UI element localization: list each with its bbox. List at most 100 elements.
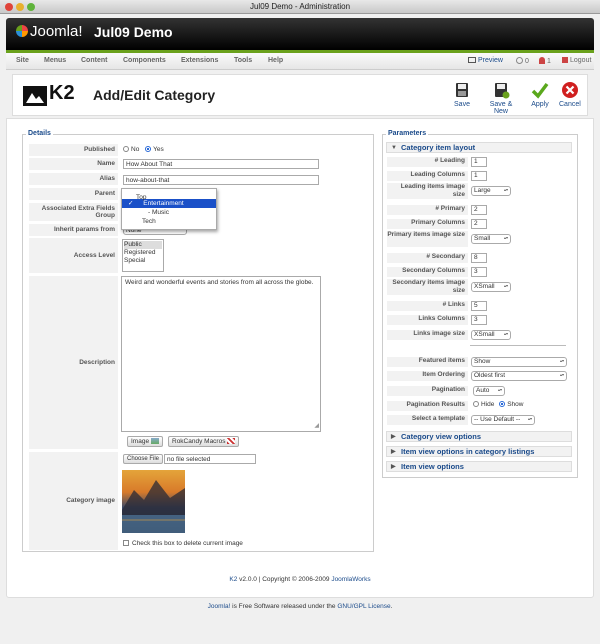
copyright-text: v2.0.0 | Copyright © 2006-2009 <box>237 576 332 583</box>
pagination-results-label: Pagination Results <box>387 401 468 411</box>
pagination-select[interactable]: Auto <box>473 386 505 396</box>
cancel-button[interactable]: Cancel <box>559 81 581 108</box>
apply-button[interactable]: Apply <box>531 81 549 108</box>
published-yes-label: Yes <box>153 146 164 153</box>
gpl-license-link[interactable]: GNU/GPL License <box>337 603 390 610</box>
param-select[interactable]: XSmall <box>471 282 511 292</box>
category-image-thumbnail <box>122 470 185 533</box>
param-input[interactable]: 3 <box>471 315 487 325</box>
item-ordering-select[interactable]: Oldest first <box>471 371 567 381</box>
save-label: Save <box>454 101 470 108</box>
param-select[interactable]: XSmall <box>471 330 511 340</box>
details-legend: Details <box>26 130 53 137</box>
resize-handle-icon[interactable]: ◢ <box>314 422 319 430</box>
name-input[interactable]: How About That <box>123 159 319 169</box>
parent-option-top[interactable]: Top <box>122 189 216 201</box>
license-end: . <box>390 603 393 610</box>
inherit-label: Inherit params from <box>29 224 118 236</box>
user-icon <box>539 57 545 64</box>
param-input[interactable]: 5 <box>471 301 487 311</box>
category-item-layout-title: Category item layout <box>401 143 476 152</box>
logout-label: Logout <box>570 57 592 64</box>
admin-header: Joomla! Jul09 Demo <box>6 18 594 50</box>
param-input[interactable]: 8 <box>471 253 487 263</box>
joomla-link[interactable]: Joomla! <box>208 603 231 610</box>
param-label: # Links <box>387 301 468 311</box>
published-yes-radio[interactable] <box>145 146 152 153</box>
rokcandy-macros-button[interactable]: RokCandy Macros <box>168 436 240 447</box>
description-textarea[interactable]: Weird and wonderful events and stories f… <box>121 276 321 432</box>
param-input[interactable]: 3 <box>471 267 487 277</box>
menu-help[interactable]: Help <box>268 57 283 64</box>
param-input[interactable]: 2 <box>471 205 487 215</box>
published-no-radio[interactable] <box>123 146 129 153</box>
featured-items-label: Featured items <box>387 357 468 367</box>
logout-link[interactable]: Logout <box>562 57 591 64</box>
pagination-show-radio[interactable] <box>499 401 506 408</box>
joomlaworks-link[interactable]: JoomlaWorks <box>331 576 370 583</box>
featured-items-select[interactable]: Show <box>471 357 567 367</box>
macros-icon <box>227 438 236 444</box>
param-select[interactable]: Small <box>471 234 511 244</box>
pagination-hide-label: Hide <box>481 401 495 408</box>
save-new-button[interactable]: Save & New <box>483 81 519 115</box>
k2-logo: K2 <box>23 82 83 108</box>
image-button-label: Image <box>131 438 150 445</box>
joomla-logo: Joomla! <box>16 23 83 40</box>
parameters-legend: Parameters <box>386 130 429 137</box>
alias-label: Alias <box>29 173 118 185</box>
param-label: # Secondary <box>387 253 468 263</box>
menu-extensions[interactable]: Extensions <box>181 57 218 64</box>
delete-image-checkbox[interactable] <box>123 540 129 546</box>
messages-count[interactable]: 0 <box>516 57 529 65</box>
cancel-label: Cancel <box>559 101 581 108</box>
published-radios: No Yes <box>123 146 164 153</box>
item-view-options-panel[interactable]: ▶ Item view options <box>386 461 572 472</box>
menu-tools[interactable]: Tools <box>234 57 252 64</box>
param-input[interactable]: 2 <box>471 219 487 229</box>
parent-option-entertainment[interactable]: ✓ Entertainment <box>122 199 216 208</box>
access-level-list[interactable]: Public Registered Special <box>122 239 164 272</box>
access-option-special[interactable]: Special <box>124 257 162 265</box>
save-button[interactable]: Save <box>453 81 471 108</box>
pagination-hide-radio[interactable] <box>473 401 479 408</box>
param-select[interactable]: Large <box>471 186 511 196</box>
parent-dropdown[interactable]: Top ✓ Entertainment - Music Tech <box>121 188 217 230</box>
category-view-options-panel[interactable]: ▶ Category view options <box>386 431 572 442</box>
access-option-registered[interactable]: Registered <box>124 249 162 257</box>
item-view-options-listings-panel[interactable]: ▶ Item view options in category listings <box>386 446 572 457</box>
save-new-label: Save & New <box>489 101 513 115</box>
preview-link[interactable]: Preview <box>468 57 503 64</box>
menu-components[interactable]: Components <box>123 57 166 64</box>
parent-option-tech[interactable]: Tech <box>122 217 216 226</box>
param-label: Links Columns <box>387 315 468 325</box>
category-item-layout-panel[interactable]: ▼ Category item layout <box>386 142 572 153</box>
param-label: Leading items image size <box>387 183 468 199</box>
pagination-label: Pagination <box>387 386 468 396</box>
alias-input[interactable]: how-about-that <box>123 175 319 185</box>
minimize-window-icon[interactable] <box>16 3 24 11</box>
image-button[interactable]: Image <box>127 436 163 447</box>
param-input[interactable]: 1 <box>471 171 487 181</box>
zoom-window-icon[interactable] <box>27 3 35 11</box>
menu-menus[interactable]: Menus <box>44 57 66 64</box>
parent-option-entertainment-label: Entertainment <box>143 200 184 207</box>
category-view-options-title: Category view options <box>401 432 482 441</box>
users-count[interactable]: 1 <box>539 57 551 65</box>
choose-file-button[interactable]: Choose File <box>123 454 164 464</box>
param-input[interactable]: 1 <box>471 157 487 167</box>
access-option-public[interactable]: Public <box>124 241 162 249</box>
menu-content[interactable]: Content <box>81 57 107 64</box>
template-select[interactable]: -- Use Default -- <box>471 415 535 425</box>
apply-label: Apply <box>531 101 549 108</box>
param-label: # Leading <box>387 157 468 167</box>
param-label: Secondary Columns <box>387 267 468 277</box>
site-name: Jul09 Demo <box>94 24 173 40</box>
mountain-landscape-icon <box>122 480 185 533</box>
close-window-icon[interactable] <box>5 3 13 11</box>
parent-label: Parent <box>29 188 118 200</box>
cancel-icon <box>561 82 578 98</box>
license-text: is Free Software released under the <box>230 603 338 610</box>
parent-option-music[interactable]: - Music <box>122 208 216 217</box>
menu-site[interactable]: Site <box>16 57 29 64</box>
